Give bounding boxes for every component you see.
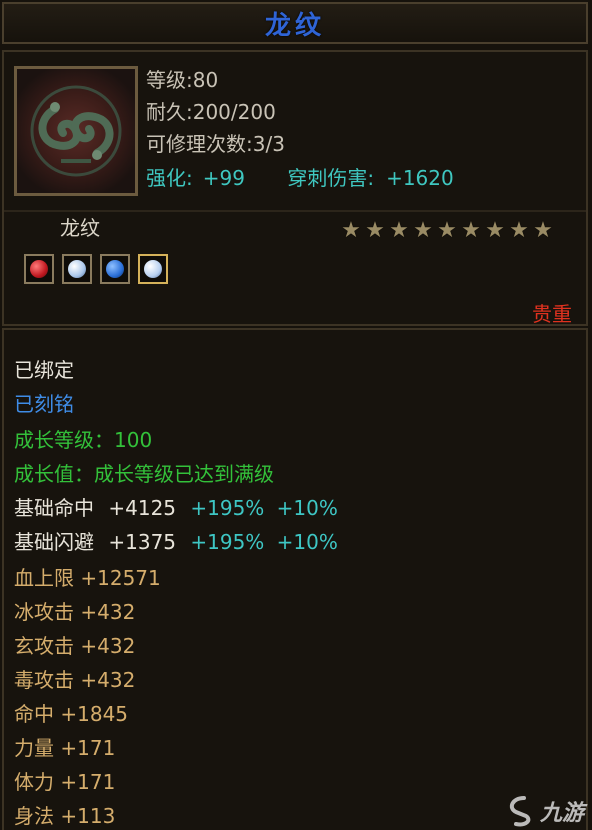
base-hit-bonus-1: +195% [190,496,265,520]
enhance-label: 强化: [146,166,193,190]
blue-gem-icon[interactable] [100,254,130,284]
star-icon: ★ [365,218,385,243]
ice-attack-stat: 冰攻击 +432 [14,600,136,624]
enhance-line: 强化: +99 穿刺伤害: +1620 [146,162,454,191]
item-details-panel: 已绑定 已刻铭 成长等级：100 成长值：成长等级已达到满级 基础命中 +412… [2,328,588,830]
star-icon: ★ [437,218,457,243]
base-dodge-line: 基础闪避 +1375 +195% +10% [14,526,338,555]
star-icon: ★ [509,218,529,243]
repair-count-text: 可修理次数:3/3 [146,132,285,156]
star-icon: ★ [461,218,481,243]
growth-level: 成长等级：100 [14,428,153,452]
item-name: 龙纹 [60,216,100,240]
red-gem-icon[interactable] [24,254,54,284]
poison-attack-stat: 毒攻击 +432 [14,668,136,692]
base-hit-value: +4125 [108,496,177,520]
base-dodge-bonus-2: +10% [276,530,338,554]
star-icon: ★ [389,218,409,243]
base-dodge-label: 基础闪避 [14,530,94,554]
hp-stat: 血上限 +12571 [14,566,161,590]
enhance-value: +99 [202,166,245,190]
watermark-text: 九游 [539,801,584,826]
growth-value: 成长值：成长等级已达到满级 [14,462,274,486]
base-dodge-value: +1375 [108,530,177,554]
quality-label: 贵重 [532,302,572,326]
jiuyou-logo-icon [509,796,531,827]
title-bar: 龙纹 [2,2,588,44]
dark-attack-stat: 玄攻击 +432 [14,634,136,658]
base-hit-label: 基础命中 [14,496,94,520]
item-title: 龙纹 [264,10,325,41]
durability-text: 耐久:200/200 [146,100,276,124]
agility-stat: 身法 +113 [14,804,116,828]
pierce-value: +1620 [386,166,454,190]
strength-stat: 力量 +171 [14,736,116,760]
white-gem-icon-active[interactable] [138,254,168,284]
hit-stat: 命中 +1845 [14,702,129,726]
gem-sockets [24,254,168,284]
engraved-status: 已刻铭 [14,392,74,416]
base-dodge-bonus-1: +195% [190,530,265,554]
item-tooltip: 龙纹 等级:80 耐久:200/200 可修理次数:3/3 强化: +99 穿刺伤… [0,0,592,830]
star-icon: ★ [485,218,505,243]
star-icon: ★ [413,218,433,243]
dragon-emblem-icon [14,66,138,196]
pierce-label: 穿刺伤害: [287,166,375,190]
star-rating: ★ ★ ★ ★ ★ ★ ★ ★ ★ [340,220,554,242]
level-text: 等级:80 [146,68,219,92]
watermark: 九游 [502,794,584,828]
bound-status: 已绑定 [14,358,74,382]
base-hit-bonus-2: +10% [276,496,338,520]
star-icon: ★ [533,218,553,243]
white-gem-icon[interactable] [62,254,92,284]
item-header-panel: 等级:80 耐久:200/200 可修理次数:3/3 强化: +99 穿刺伤害: +… [2,50,588,326]
star-icon: ★ [341,218,361,243]
vitality-stat: 体力 +171 [14,770,116,794]
base-hit-line: 基础命中 +4125 +195% +10% [14,492,338,521]
